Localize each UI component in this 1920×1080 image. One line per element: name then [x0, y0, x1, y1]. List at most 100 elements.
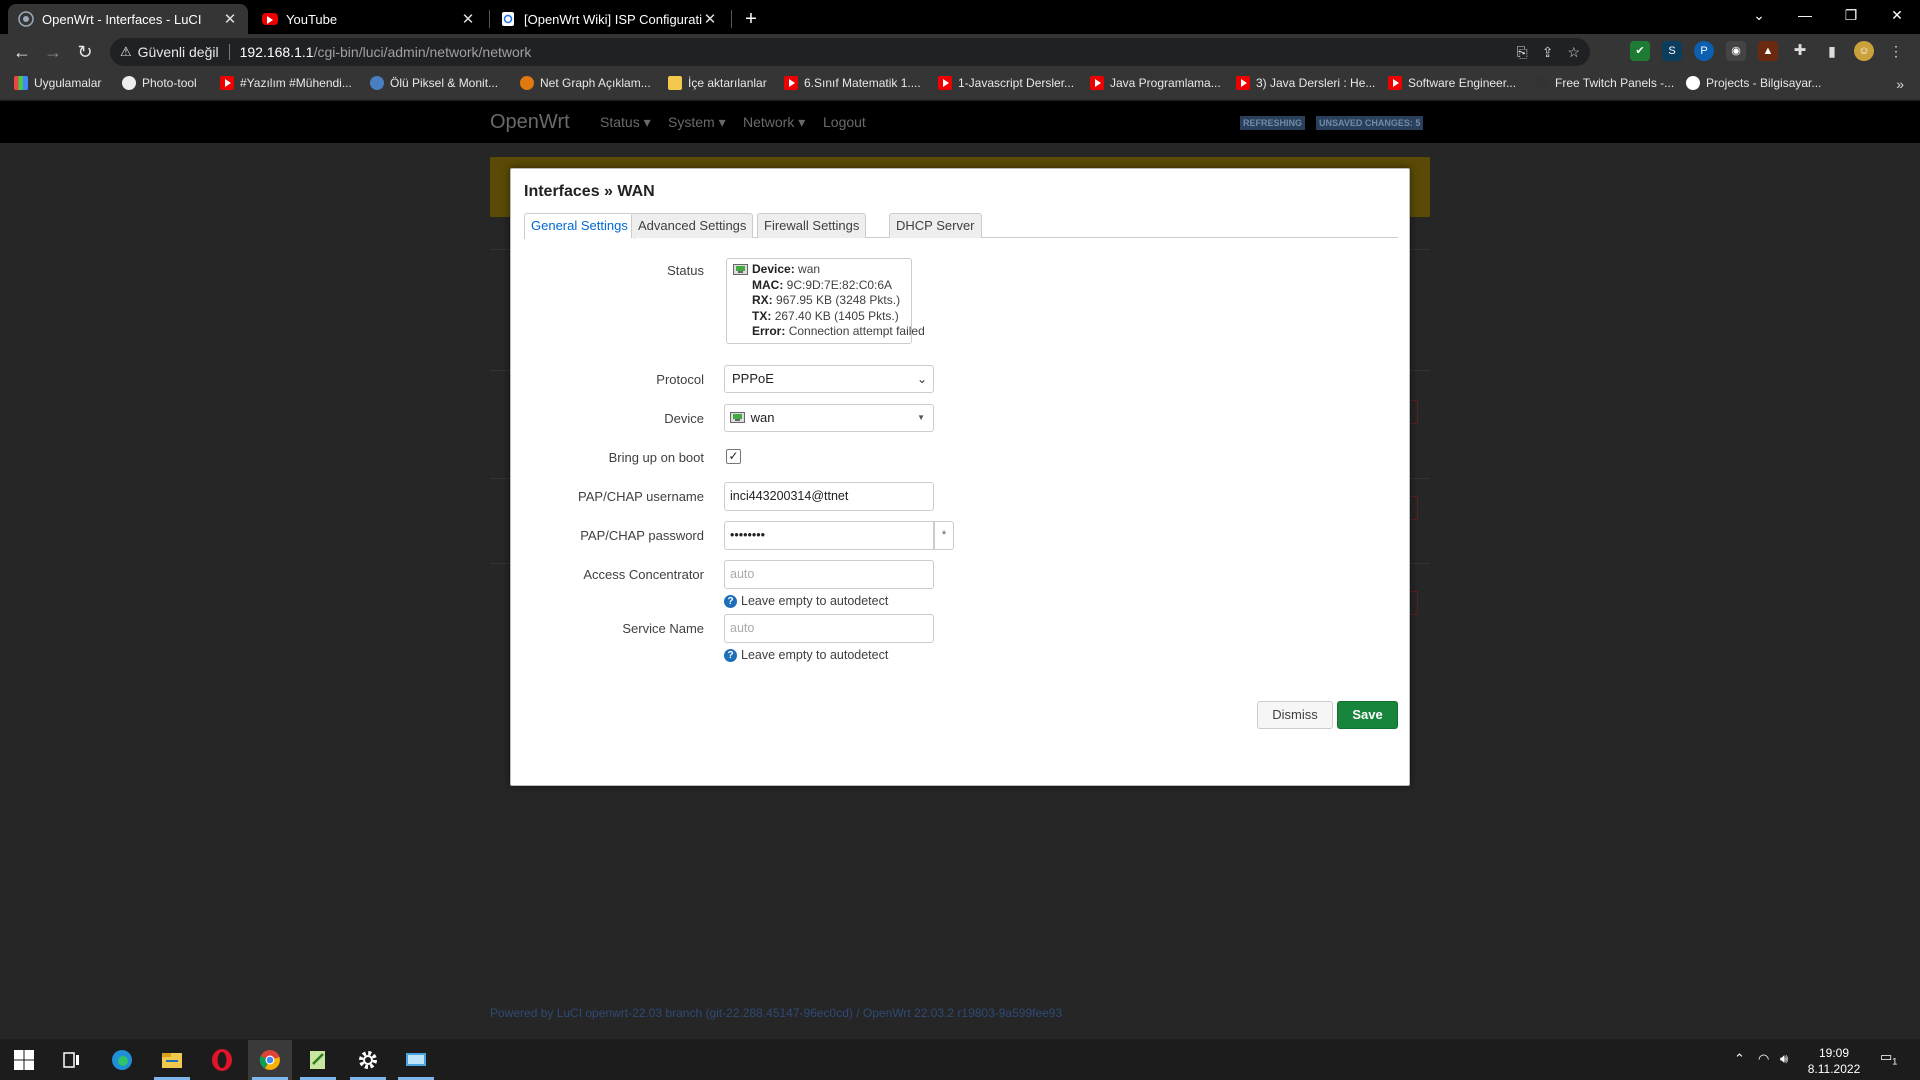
menu-label: Status	[600, 114, 640, 130]
address-bar[interactable]: ⚠ Güvenli değil 192.168.1.1/cgi-bin/luci…	[110, 38, 1590, 66]
close-window-button[interactable]: ✕	[1874, 0, 1920, 30]
bookmark-net-graph[interactable]: Net Graph Açıklam...	[520, 76, 651, 90]
tab-separator	[731, 10, 732, 28]
bookmark-apps[interactable]: Uygulamalar	[14, 76, 101, 90]
menu-system[interactable]: System ▾	[668, 114, 726, 131]
help-icon: ?	[724, 594, 737, 608]
restore-button[interactable]: ❐	[1828, 0, 1874, 30]
dismiss-button[interactable]: Dismiss	[1257, 701, 1333, 729]
bookmark-twitch-panels[interactable]: Free Twitch Panels -...	[1535, 76, 1674, 90]
spy-extension-icon[interactable]: ◉	[1726, 41, 1746, 61]
access-concentrator-label: Access Concentrator	[583, 567, 704, 582]
tab-youtube[interactable]: YouTube ✕	[252, 4, 486, 34]
arrow-extension-icon[interactable]: ▲	[1758, 41, 1778, 61]
seo-extension-icon[interactable]: S	[1662, 41, 1682, 61]
status-value: 267.40 KB (1405 Pkts.)	[774, 308, 899, 323]
bookmark-olu-piksel[interactable]: Ölü Piksel & Monit...	[370, 76, 498, 90]
tab-openwrt-interfaces[interactable]: OpenWrt - Interfaces - LuCI ✕	[8, 4, 248, 34]
puzzle-extensions-icon[interactable]: ✚	[1790, 41, 1810, 61]
close-tab-icon[interactable]: ✕	[702, 10, 718, 28]
reload-button[interactable]: ↻	[73, 40, 97, 64]
volume-icon[interactable]: 🔊︎	[1780, 1051, 1788, 1067]
bookmark-yazilim[interactable]: #Yazılım #Mühendi...	[220, 76, 352, 90]
openwrt-wiki-favicon-icon	[502, 12, 514, 26]
menu-status[interactable]: Status ▾	[600, 114, 651, 131]
menu-logout[interactable]: Logout	[823, 114, 866, 130]
chrome-browser-icon[interactable]	[258, 1048, 282, 1072]
p-extension-icon[interactable]: P	[1694, 41, 1714, 61]
luci-footer[interactable]: Powered by LuCI openwrt-22.03 branch (gi…	[490, 1006, 1062, 1020]
shield-extension-icon[interactable]: ✔	[1630, 41, 1650, 61]
profile-avatar[interactable]: ☺	[1854, 41, 1874, 61]
bookmark-javascript[interactable]: 1-Javascript Dersler...	[938, 76, 1074, 90]
file-explorer-icon[interactable]	[160, 1048, 184, 1072]
new-tab-button[interactable]: +	[738, 6, 764, 32]
bookmark-java-programlama[interactable]: Java Programlama...	[1090, 76, 1221, 90]
back-button[interactable]: ←	[10, 40, 34, 64]
tab-openwrt-wiki[interactable]: [OpenWrt Wiki] ISP Configuration ✕	[490, 4, 728, 34]
status-key: RX:	[752, 293, 773, 307]
bookmark-photo-tool[interactable]: Photo-tool	[122, 76, 197, 90]
bookmark-star-icon[interactable]: ☆	[1567, 44, 1580, 61]
access-concentrator-input[interactable]: auto	[724, 560, 934, 589]
notification-center-icon[interactable]: ▭1	[1880, 1049, 1897, 1067]
tab-title: YouTube	[286, 11, 338, 27]
bookmark-matematik[interactable]: 6.Sınıf Matematik 1....	[784, 76, 921, 90]
minimize-button[interactable]: —	[1782, 0, 1828, 30]
bookmark-projects[interactable]: Projects - Bilgisayar...	[1686, 76, 1821, 90]
menu-kebab-icon[interactable]: ⋮	[1886, 41, 1906, 61]
dropdown-triangle-icon: ▼	[917, 413, 925, 422]
notepad-plus-icon[interactable]	[306, 1048, 330, 1072]
bookmark-java-dersleri[interactable]: 3) Java Dersleri : He...	[1236, 76, 1375, 90]
network-wifi-icon[interactable]: ◠	[1758, 1051, 1769, 1067]
device-dropdown[interactable]: wan ▼	[724, 404, 934, 432]
system-clock[interactable]: 19:09 8.11.2022	[1804, 1045, 1864, 1077]
bookmark-label: Free Twitch Panels -...	[1555, 76, 1675, 90]
device-value: wan	[750, 410, 775, 425]
tab-dhcp-server[interactable]: DHCP Server	[889, 213, 982, 238]
bookmark-software-engineer[interactable]: Software Engineer...	[1388, 76, 1516, 90]
service-name-input[interactable]: auto	[724, 614, 934, 643]
access-concentrator-hint: ? Leave empty to autodetect	[724, 594, 888, 608]
remote-desktop-icon[interactable]	[404, 1048, 428, 1072]
unsaved-changes-badge[interactable]: UNSAVED CHANGES: 5	[1316, 116, 1424, 130]
photo-tool-icon	[122, 76, 136, 90]
bring-up-on-boot-checkbox[interactable]: ✓	[726, 449, 741, 464]
task-view-icon[interactable]	[60, 1048, 84, 1072]
edge-browser-icon[interactable]	[110, 1048, 134, 1072]
menu-network[interactable]: Network ▾	[743, 114, 805, 131]
side-panel-icon[interactable]: ▮	[1822, 41, 1842, 61]
opera-browser-icon[interactable]	[210, 1048, 234, 1072]
reveal-password-button[interactable]: *	[934, 521, 954, 550]
protocol-select[interactable]: PPPoE ⌄	[724, 365, 934, 393]
twitch-icon	[1535, 76, 1549, 90]
share-icon[interactable]: ⇪	[1542, 44, 1554, 61]
bookmark-ice-aktarilanlar[interactable]: İçe aktarılanlar	[668, 76, 767, 90]
windows-start-icon[interactable]	[12, 1048, 36, 1072]
extensions-area: ✔ S P ◉ ▲ ✚ ▮ ☺ ⋮	[1630, 41, 1906, 61]
tab-general-settings[interactable]: General Settings	[524, 213, 635, 239]
forward-button[interactable]: →	[41, 40, 65, 64]
settings-gear-icon[interactable]	[356, 1048, 380, 1072]
browser-toolbar: ← → ↻ ⚠ Güvenli değil 192.168.1.1/cgi-bi…	[0, 34, 1920, 70]
tab-search-icon[interactable]: ⌄	[1736, 0, 1782, 30]
more-bookmarks-icon[interactable]: »	[1896, 76, 1904, 92]
tab-advanced-settings[interactable]: Advanced Settings	[631, 213, 754, 238]
pap-chap-password-input[interactable]: ••••••••	[724, 521, 934, 550]
security-label[interactable]: Güvenli değil	[138, 44, 219, 60]
close-tab-icon[interactable]: ✕	[222, 10, 238, 28]
status-value: 967.95 KB (3248 Pkts.)	[776, 293, 901, 307]
close-tab-icon[interactable]: ✕	[460, 10, 476, 28]
translate-icon[interactable]: ⎘	[1517, 44, 1528, 61]
clock-time: 19:09	[1818, 1046, 1850, 1060]
interface-edit-dialog: Interfaces » WAN General Settings Advanc…	[510, 168, 1410, 786]
refreshing-badge[interactable]: REFRESHING	[1240, 116, 1306, 130]
save-button[interactable]: Save	[1337, 701, 1398, 729]
show-hidden-icons[interactable]: ⌃	[1734, 1051, 1745, 1067]
boot-label: Bring up on boot	[608, 450, 704, 465]
bookmark-label: Photo-tool	[142, 76, 197, 90]
tab-firewall-settings[interactable]: Firewall Settings	[757, 213, 867, 238]
pap-chap-username-input[interactable]: inci443200314@ttnet	[724, 482, 934, 511]
url-host: 192.168.1.1	[239, 44, 314, 60]
brand-logo[interactable]: OpenWrt	[490, 111, 570, 134]
